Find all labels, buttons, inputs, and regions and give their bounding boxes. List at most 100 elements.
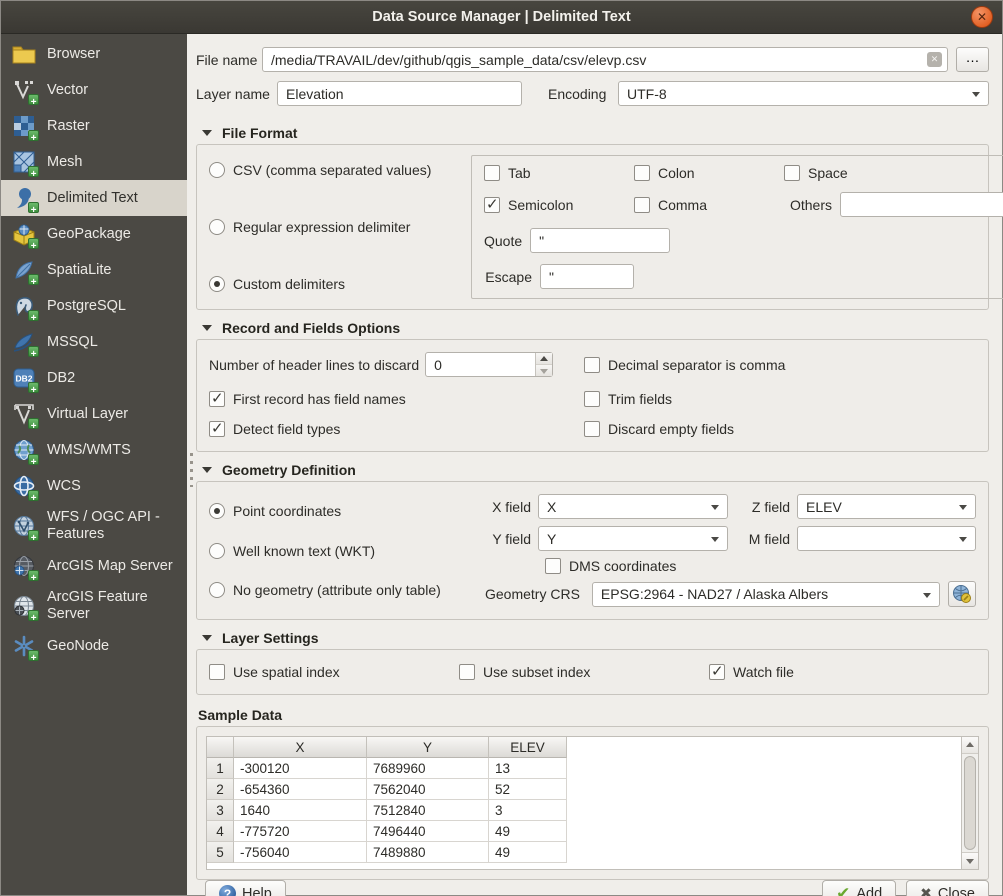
sidebar-item-wcs[interactable]: WCS: [1, 468, 187, 504]
select-crs-button[interactable]: [948, 581, 976, 607]
record-options-section-header[interactable]: Record and Fields Options: [198, 320, 987, 336]
sidebar-item-arcgis-map-server[interactable]: ArcGIS Map Server: [1, 548, 187, 584]
scroll-down-button[interactable]: [962, 852, 978, 869]
scrollbar-track[interactable]: [962, 754, 978, 852]
layer-name-input[interactable]: [277, 81, 522, 106]
sidebar-item-mssql[interactable]: MSSQL: [1, 324, 187, 360]
globe-bands-icon: [10, 473, 38, 499]
plus-badge-icon: [28, 202, 39, 213]
use-spatial-index-checkbox[interactable]: Use spatial index: [209, 664, 459, 680]
sidebar-item-geonode[interactable]: GeoNode: [1, 628, 187, 664]
scroll-up-button[interactable]: [962, 737, 978, 754]
quote-input[interactable]: [530, 228, 670, 253]
sidebar-item-arcgis-feature-server[interactable]: ArcGIS Feature Server: [1, 584, 187, 628]
sidebar-item-browser[interactable]: Browser: [1, 36, 187, 72]
m-field-select[interactable]: [797, 526, 976, 551]
radio-icon: [209, 162, 225, 178]
radio-icon: [209, 543, 225, 559]
file-format-section-header[interactable]: File Format: [198, 125, 987, 141]
sidebar-item-virtual-layer[interactable]: Virtual Layer: [1, 396, 187, 432]
plus-badge-icon: [28, 530, 39, 541]
no-geometry-radio[interactable]: No geometry (attribute only table): [209, 582, 477, 598]
sidebar-item-vector[interactable]: Vector: [1, 72, 187, 108]
trim-fields-checkbox[interactable]: Trim fields: [584, 391, 976, 407]
scrollbar-thumb[interactable]: [964, 756, 976, 850]
z-field-select[interactable]: ELEV: [797, 494, 976, 519]
colon-checkbox[interactable]: Colon: [634, 165, 784, 181]
layer-settings-section-header[interactable]: Layer Settings: [198, 630, 987, 646]
encoding-select[interactable]: UTF-8: [618, 81, 989, 106]
csv-radio[interactable]: CSV (comma separated values): [209, 162, 457, 178]
plus-badge-icon: [28, 570, 39, 581]
sidebar-item-spatialite[interactable]: SpatiaLite: [1, 252, 187, 288]
close-button[interactable]: Close: [906, 880, 989, 896]
semicolon-checkbox[interactable]: Semicolon: [484, 197, 634, 213]
table-row[interactable]: 2 -654360 7562040 52: [207, 779, 961, 800]
sidebar-item-db2[interactable]: DB2 DB2: [1, 360, 187, 396]
plus-badge-icon: [28, 418, 39, 429]
column-header-y[interactable]: Y: [367, 737, 489, 758]
geometry-section: Point coordinates Well known text (WKT) …: [196, 481, 989, 620]
watch-file-checkbox[interactable]: Watch file: [709, 664, 959, 680]
sidebar-item-wms-wmts[interactable]: WMS/WMTS: [1, 432, 187, 468]
dms-coordinates-checkbox[interactable]: DMS coordinates: [545, 558, 676, 574]
comma-checkbox[interactable]: Comma: [634, 197, 784, 213]
escape-input[interactable]: [540, 264, 634, 289]
table-row[interactable]: 4 -775720 7496440 49: [207, 821, 961, 842]
others-input[interactable]: [840, 192, 1003, 217]
sample-data-title: Sample Data: [198, 707, 282, 723]
use-subset-index-checkbox[interactable]: Use subset index: [459, 664, 709, 680]
tab-checkbox[interactable]: Tab: [484, 165, 634, 181]
clear-text-icon[interactable]: [927, 52, 942, 67]
sidebar-item-wfs-ogc-api-features[interactable]: WFS / OGC API - Features: [1, 504, 187, 548]
z-field-label: Z field: [738, 499, 790, 515]
column-header-x[interactable]: X: [234, 737, 367, 758]
plus-badge-icon: [28, 166, 39, 177]
radio-icon: [209, 276, 225, 292]
wkt-radio[interactable]: Well known text (WKT): [209, 543, 477, 559]
first-record-field-names-checkbox[interactable]: First record has field names: [209, 391, 584, 407]
help-button[interactable]: Help: [205, 880, 286, 896]
header-lines-input[interactable]: [425, 352, 553, 377]
escape-label: Escape: [484, 269, 532, 285]
sidebar-item-delimited-text[interactable]: Delimited Text: [1, 180, 187, 216]
x-field-select[interactable]: X: [538, 494, 728, 519]
corner-header-cell[interactable]: [207, 737, 234, 758]
table-row[interactable]: 3 1640 7512840 3: [207, 800, 961, 821]
browse-button[interactable]: …: [956, 47, 989, 72]
sidebar-item-postgresql[interactable]: PostgreSQL: [1, 288, 187, 324]
checkbox-icon: [634, 165, 650, 181]
table-row[interactable]: 5 -756040 7489880 49: [207, 842, 961, 863]
file-name-input[interactable]: [262, 47, 948, 72]
record-options-section: Number of header lines to discard Decima…: [196, 339, 989, 452]
plus-badge-icon: [28, 610, 39, 621]
geopackage-icon: [10, 221, 38, 247]
table-scrollbar[interactable]: [961, 737, 978, 869]
sidebar-splitter[interactable]: [187, 34, 196, 895]
discard-empty-fields-checkbox[interactable]: Discard empty fields: [584, 421, 976, 437]
regexp-delimiter-radio[interactable]: Regular expression delimiter: [209, 219, 457, 235]
column-header-elev[interactable]: ELEV: [489, 737, 567, 758]
custom-delimiters-radio[interactable]: Custom delimiters: [209, 276, 457, 292]
y-field-select[interactable]: Y: [538, 526, 728, 551]
delimiters-group: Tab Colon Space Semicolon: [471, 155, 1003, 299]
table-row[interactable]: 1 -300120 7689960 13: [207, 758, 961, 779]
window-close-button[interactable]: [971, 6, 993, 28]
spin-down-button[interactable]: [536, 365, 552, 376]
sidebar-item-raster[interactable]: Raster: [1, 108, 187, 144]
sidebar-item-geopackage[interactable]: GeoPackage: [1, 216, 187, 252]
others-label: Others: [784, 197, 832, 213]
add-button[interactable]: Add: [822, 880, 896, 896]
spin-up-button[interactable]: [536, 353, 552, 365]
close-x-icon: [920, 885, 932, 896]
header-lines-spinbox[interactable]: [425, 352, 553, 377]
geometry-section-header[interactable]: Geometry Definition: [198, 462, 987, 478]
geometry-crs-select[interactable]: EPSG:2964 - NAD27 / Alaska Albers: [592, 582, 940, 607]
checkbox-icon: [459, 664, 475, 680]
decimal-separator-checkbox[interactable]: Decimal separator is comma: [584, 357, 976, 373]
globe-wire-icon: [10, 513, 38, 539]
space-checkbox[interactable]: Space: [784, 165, 1003, 181]
detect-field-types-checkbox[interactable]: Detect field types: [209, 421, 584, 437]
sidebar-item-mesh[interactable]: Mesh: [1, 144, 187, 180]
point-coordinates-radio[interactable]: Point coordinates: [209, 503, 477, 519]
